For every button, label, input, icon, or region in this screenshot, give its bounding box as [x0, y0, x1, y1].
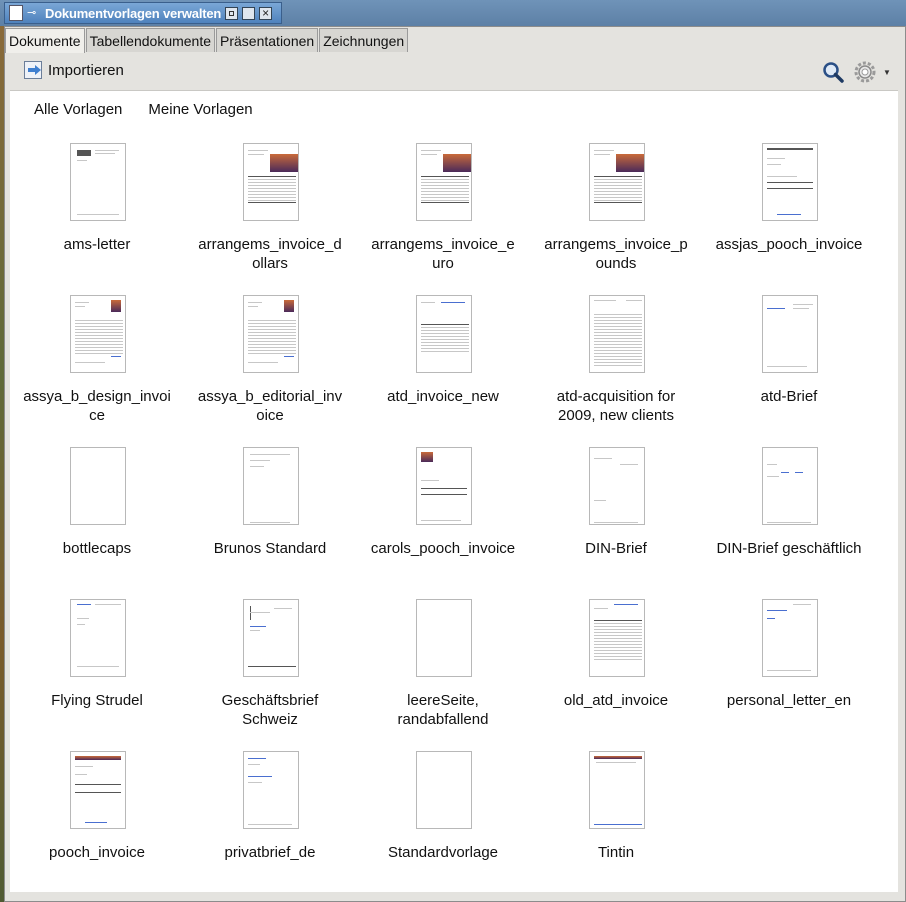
- settings-button[interactable]: [854, 61, 876, 83]
- template-item[interactable]: Flying Strudel: [12, 599, 182, 749]
- template-item[interactable]: Tintin: [531, 751, 701, 901]
- template-thumbnail: [243, 599, 299, 677]
- filter-all-templates[interactable]: Alle Vorlagen: [34, 101, 122, 118]
- template-thumbnail: [70, 295, 126, 373]
- template-item[interactable]: DIN-Brief geschäftlich: [704, 447, 874, 597]
- template-label: DIN-Brief geschäftlich: [716, 540, 862, 557]
- window-title: Dokumentvorlagen verwalten: [45, 5, 222, 21]
- close-button[interactable]: ×: [259, 6, 273, 20]
- template-item[interactable]: old_atd_invoice: [531, 599, 701, 749]
- template-thumbnail: [416, 143, 472, 221]
- template-label: privatbrief_de: [224, 844, 316, 861]
- template-label: assya_b_design_invoi ce: [23, 388, 171, 424]
- template-item[interactable]: atd_invoice_new: [358, 295, 528, 445]
- template-thumbnail: [762, 295, 818, 373]
- template-label: personal_letter_en: [726, 692, 852, 709]
- template-thumbnail: [589, 447, 645, 525]
- template-thumbnail: [416, 751, 472, 829]
- template-item[interactable]: arrangems_invoice_p ounds: [531, 143, 701, 293]
- search-button[interactable]: [822, 61, 844, 83]
- template-thumbnail: [70, 143, 126, 221]
- template-thumbnail: [589, 599, 645, 677]
- template-item[interactable]: carols_pooch_invoice: [358, 447, 528, 597]
- template-item[interactable]: leereSeite, randabfallend: [358, 599, 528, 749]
- import-button[interactable]: Importieren: [24, 61, 124, 79]
- template-label: arrangems_invoice_d ollars: [198, 236, 342, 272]
- template-item[interactable]: assya_b_design_invoi ce: [12, 295, 182, 445]
- template-item[interactable]: arrangems_invoice_e uro: [358, 143, 528, 293]
- template-thumbnail: [762, 599, 818, 677]
- window-titlebar[interactable]: ⊸ Dokumentvorlagen verwalten ×: [4, 2, 282, 24]
- template-label: carols_pooch_invoice: [370, 540, 516, 557]
- toolbar: Importieren ▼: [10, 55, 896, 89]
- tab-bar: Dokumente Tabellendokumente Präsentation…: [5, 28, 409, 53]
- template-label: assjas_pooch_invoice: [715, 236, 863, 253]
- template-item[interactable]: assya_b_editorial_inv oice: [185, 295, 355, 445]
- template-thumbnail: [762, 447, 818, 525]
- template-item[interactable]: atd-acquisition for 2009, new clients: [531, 295, 701, 445]
- template-thumbnail: [762, 143, 818, 221]
- template-label: arrangems_invoice_p ounds: [544, 236, 688, 272]
- template-item[interactable]: personal_letter_en: [704, 599, 874, 749]
- template-item[interactable]: Geschäftsbrief Schweiz: [185, 599, 355, 749]
- tab-dokumente[interactable]: Dokumente: [5, 28, 85, 53]
- template-thumbnail: [243, 143, 299, 221]
- template-item[interactable]: privatbrief_de: [185, 751, 355, 901]
- template-item[interactable]: Standardvorlage: [358, 751, 528, 901]
- template-thumbnail: [243, 751, 299, 829]
- template-label: assya_b_editorial_inv oice: [197, 388, 343, 424]
- template-thumbnail: [70, 751, 126, 829]
- template-label: atd-Brief: [760, 388, 818, 405]
- template-thumbnail: [589, 751, 645, 829]
- gear-icon: [854, 61, 876, 83]
- template-thumbnail: [416, 447, 472, 525]
- minimize-button[interactable]: [225, 6, 239, 20]
- template-label: Geschäftsbrief Schweiz: [221, 692, 319, 728]
- template-item[interactable]: pooch_invoice: [12, 751, 182, 901]
- template-label: pooch_invoice: [49, 844, 145, 861]
- template-label: Flying Strudel: [51, 692, 143, 709]
- chevron-down-icon[interactable]: ▼: [883, 68, 891, 77]
- template-filters: Alle Vorlagen Meine Vorlagen: [34, 101, 279, 118]
- template-item[interactable]: assjas_pooch_invoice: [704, 143, 874, 293]
- template-label: Standardvorlage: [387, 844, 499, 861]
- template-label: bottlecaps: [62, 540, 132, 557]
- import-icon: [24, 61, 42, 79]
- template-thumbnail: [589, 143, 645, 221]
- template-item[interactable]: arrangems_invoice_d ollars: [185, 143, 355, 293]
- template-item[interactable]: Brunos Standard: [185, 447, 355, 597]
- filter-my-templates[interactable]: Meine Vorlagen: [148, 101, 252, 118]
- template-thumbnail: [70, 599, 126, 677]
- templates-view: Alle Vorlagen Meine Vorlagen ams-letter a…: [10, 90, 898, 892]
- template-label: ams-letter: [63, 236, 131, 253]
- import-label: Importieren: [48, 61, 124, 79]
- template-thumbnail: [70, 447, 126, 525]
- template-thumbnail: [243, 295, 299, 373]
- template-label: DIN-Brief: [585, 540, 647, 557]
- tab-tabellendokumente[interactable]: Tabellendokumente: [85, 28, 216, 52]
- maximize-button[interactable]: [242, 6, 256, 20]
- template-label: Brunos Standard: [213, 540, 327, 557]
- template-label: atd_invoice_new: [387, 388, 499, 405]
- tab-zeichnungen[interactable]: Zeichnungen: [319, 28, 409, 52]
- template-label: old_atd_invoice: [563, 692, 669, 709]
- search-icon: [823, 62, 844, 83]
- tab-praesentationen[interactable]: Präsentationen: [216, 28, 319, 52]
- template-item[interactable]: bottlecaps: [12, 447, 182, 597]
- template-thumbnail: [416, 599, 472, 677]
- template-label: atd-acquisition for 2009, new clients: [556, 388, 676, 424]
- template-label: leereSeite, randabfallend: [397, 692, 489, 728]
- template-thumbnail: [416, 295, 472, 373]
- document-icon: [9, 5, 23, 21]
- template-thumbnail: [589, 295, 645, 373]
- template-item[interactable]: ams-letter: [12, 143, 182, 293]
- pin-icon[interactable]: ⊸: [27, 8, 41, 19]
- template-item[interactable]: DIN-Brief: [531, 447, 701, 597]
- template-label: Tintin: [597, 844, 635, 861]
- template-item[interactable]: atd-Brief: [704, 295, 874, 445]
- template-label: arrangems_invoice_e uro: [371, 236, 515, 272]
- template-thumbnail: [243, 447, 299, 525]
